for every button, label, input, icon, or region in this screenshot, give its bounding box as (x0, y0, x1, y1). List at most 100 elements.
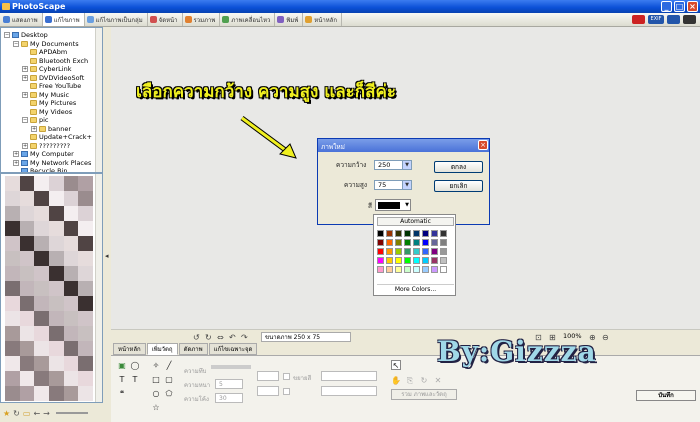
expand-toggle-icon[interactable]: − (4, 32, 10, 39)
thumbnail-cell[interactable] (49, 356, 64, 371)
editor-tab-1[interactable]: เพิ่มวัตถุ (146, 343, 178, 355)
pointer-icon[interactable]: ↖ (391, 360, 401, 370)
color-swatch[interactable] (395, 257, 402, 264)
color-swatch[interactable] (377, 257, 384, 264)
tree-item[interactable]: + My Network Places (4, 159, 102, 168)
tree-item[interactable]: − pic (4, 116, 102, 125)
hand-icon[interactable]: ✋ (391, 376, 401, 386)
thumbnail-cell[interactable] (19, 356, 35, 371)
thumbnail-cell[interactable] (5, 296, 20, 311)
top-icon-1[interactable]: EXIF (648, 15, 664, 24)
tab-0[interactable]: แสดงภาพ (1, 13, 43, 26)
thumbnail-cell[interactable] (49, 341, 64, 356)
expand-toggle-icon[interactable]: + (22, 142, 28, 149)
thumbnail-cell[interactable] (49, 191, 64, 206)
thumbnail-cell[interactable] (34, 266, 49, 281)
thumbnail-cell[interactable] (19, 386, 35, 401)
color-swatch[interactable] (404, 266, 411, 273)
curve-input[interactable]: 30 (215, 393, 243, 403)
copy-icon[interactable]: ⎘ (405, 376, 415, 386)
thumbnail-cell[interactable] (63, 386, 79, 401)
thumbnail-cell[interactable] (5, 206, 20, 221)
flip-icon[interactable]: ⇔ (217, 333, 224, 342)
tree-item[interactable]: − My Documents (4, 40, 102, 49)
forward-icon[interactable]: → (43, 409, 50, 418)
color-swatch[interactable] (413, 257, 420, 264)
height-select[interactable]: 75 ▼ (374, 180, 412, 190)
thumbnail-cell[interactable] (63, 191, 79, 206)
delete-icon[interactable]: ✕ (433, 376, 443, 386)
thumbnail-panel[interactable] (0, 173, 103, 403)
tab-1[interactable]: แก้ไขภาพ (42, 13, 85, 26)
color-swatch[interactable] (377, 248, 384, 255)
polygon-tool-icon[interactable]: ⬠ (164, 389, 174, 399)
thumbnail-cell[interactable] (5, 176, 20, 191)
text-style-icon[interactable]: T (130, 375, 140, 385)
rounded-rect-icon[interactable]: ▢ (164, 375, 174, 385)
cancel-button[interactable]: ยกเลิก (434, 180, 483, 192)
expand-toggle-icon[interactable]: + (13, 159, 19, 166)
thumbnail-cell[interactable] (34, 356, 49, 371)
color-swatch[interactable] (386, 248, 393, 255)
thumbnail-cell[interactable] (63, 311, 79, 326)
color-swatch[interactable] (422, 257, 429, 264)
thumbnail-cell[interactable] (63, 206, 79, 221)
color-swatch[interactable] (431, 266, 438, 273)
minimize-button[interactable]: _ (661, 1, 672, 12)
rotate-object-icon[interactable]: ↻ (419, 376, 429, 386)
star-tool-icon[interactable]: ☆ (151, 403, 161, 413)
tree-item[interactable]: Free YouTube (4, 82, 102, 91)
thumbnail-cell[interactable] (78, 386, 93, 401)
quote-icon[interactable]: ❝ (117, 389, 127, 399)
collapse-arrow-icon[interactable]: ◂ (105, 252, 109, 260)
line-style-select[interactable] (257, 371, 279, 381)
chevron-down-icon[interactable]: ▼ (405, 202, 409, 208)
color-swatch[interactable] (413, 230, 420, 237)
rotate-left-icon[interactable]: ↺ (193, 333, 200, 342)
tab-6[interactable]: พิมพ์ (275, 13, 304, 26)
thumbnail-cell[interactable] (78, 371, 93, 386)
tab-5[interactable]: ภาพเคลื่อนไหว (220, 13, 276, 26)
star-icon[interactable]: ★ (3, 409, 10, 418)
thumbnail-cell[interactable] (19, 266, 35, 281)
thumbnail-cell[interactable] (78, 176, 93, 191)
thumbnail-cell[interactable] (63, 341, 79, 356)
color-swatch[interactable] (404, 248, 411, 255)
thumbnail-cell[interactable] (5, 386, 20, 401)
text-tool-icon[interactable]: T (117, 375, 127, 385)
thumbnail-cell[interactable] (5, 266, 20, 281)
thumbnail-cell[interactable] (19, 221, 35, 236)
thumbnail-cell[interactable] (49, 221, 64, 236)
undo-icon[interactable]: ↶ (229, 333, 236, 342)
thumbnail-cell[interactable] (78, 341, 93, 356)
tree-item[interactable]: Bluetooth Exch (4, 57, 102, 66)
color-swatch[interactable] (431, 257, 438, 264)
tab-7[interactable]: หน้าหลัก (303, 13, 342, 26)
color-swatch[interactable] (377, 239, 384, 246)
color-swatch[interactable] (395, 230, 402, 237)
thumbnail-cell[interactable] (63, 356, 79, 371)
color-swatch[interactable] (404, 230, 411, 237)
speech-bubble-icon[interactable]: ◯ (130, 361, 140, 371)
thumbnail-cell[interactable] (78, 191, 93, 206)
thumbnail-cell[interactable] (34, 281, 49, 296)
color-swatch[interactable] (422, 239, 429, 246)
expand-toggle-icon[interactable]: + (13, 151, 19, 158)
color-swatch[interactable] (386, 230, 393, 237)
thumbnail-cell[interactable] (78, 236, 93, 251)
tab-3[interactable]: จัดหน้า (148, 13, 183, 26)
rotate-right-icon[interactable]: ↻ (205, 333, 212, 342)
arrow-style-select[interactable] (257, 386, 279, 396)
thumbnail-cell[interactable] (5, 371, 20, 386)
thumbnail-cell[interactable] (19, 311, 35, 326)
folder-icon[interactable]: ▭ (23, 409, 31, 418)
color-swatch[interactable] (440, 257, 447, 264)
top-icon-3[interactable] (683, 15, 696, 24)
thumbnail-cell[interactable] (78, 251, 93, 266)
thumbnail-cell[interactable] (49, 386, 64, 401)
tab-4[interactable]: รวมภาพ (183, 13, 221, 26)
color-swatch[interactable] (431, 230, 438, 237)
back-icon[interactable]: ← (33, 409, 40, 418)
color-select[interactable] (321, 371, 377, 381)
color-swatch[interactable] (440, 248, 447, 255)
